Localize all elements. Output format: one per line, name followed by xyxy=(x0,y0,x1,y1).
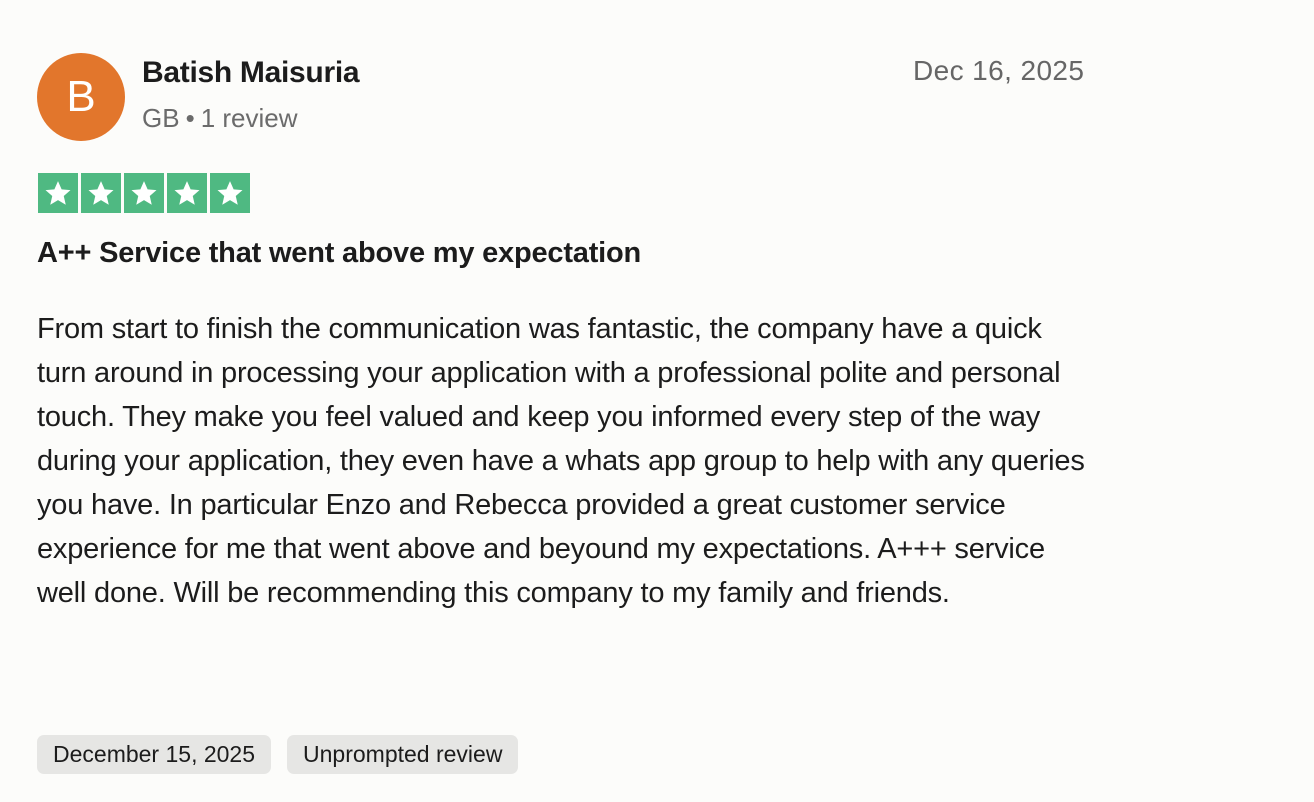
review-tags: December 15, 2025 Unprompted review xyxy=(37,735,519,774)
reviewer-meta: GB • 1 review xyxy=(142,103,298,134)
star-icon xyxy=(45,181,71,205)
reviewer-name[interactable]: Batish Maisuria xyxy=(142,56,360,90)
review-title[interactable]: A++ Service that went above my expectati… xyxy=(37,237,641,270)
star-box xyxy=(38,173,78,213)
avatar-initial: B xyxy=(66,72,96,121)
star-icon xyxy=(88,181,114,205)
star-rating xyxy=(38,173,250,213)
review-body: From start to finish the communication w… xyxy=(37,313,1085,609)
review-date: Dec 16, 2025 xyxy=(913,55,1085,86)
unprompted-review-badge[interactable]: Unprompted review xyxy=(287,735,519,774)
star-icon xyxy=(174,181,200,205)
reviewer-review-count: 1 review xyxy=(200,103,298,133)
star-icon xyxy=(131,181,157,205)
star-box xyxy=(210,173,250,213)
review-card: B Batish Maisuria GB • 1 review Dec 16, 20… xyxy=(0,0,1314,802)
reviewer-country: GB xyxy=(142,103,180,133)
meta-separator: • xyxy=(185,103,195,133)
star-box xyxy=(124,173,164,213)
experience-date-badge: December 15, 2025 xyxy=(37,735,272,774)
star-box xyxy=(81,173,121,213)
avatar[interactable]: B xyxy=(37,53,125,141)
star-box xyxy=(167,173,207,213)
star-icon xyxy=(217,181,243,205)
